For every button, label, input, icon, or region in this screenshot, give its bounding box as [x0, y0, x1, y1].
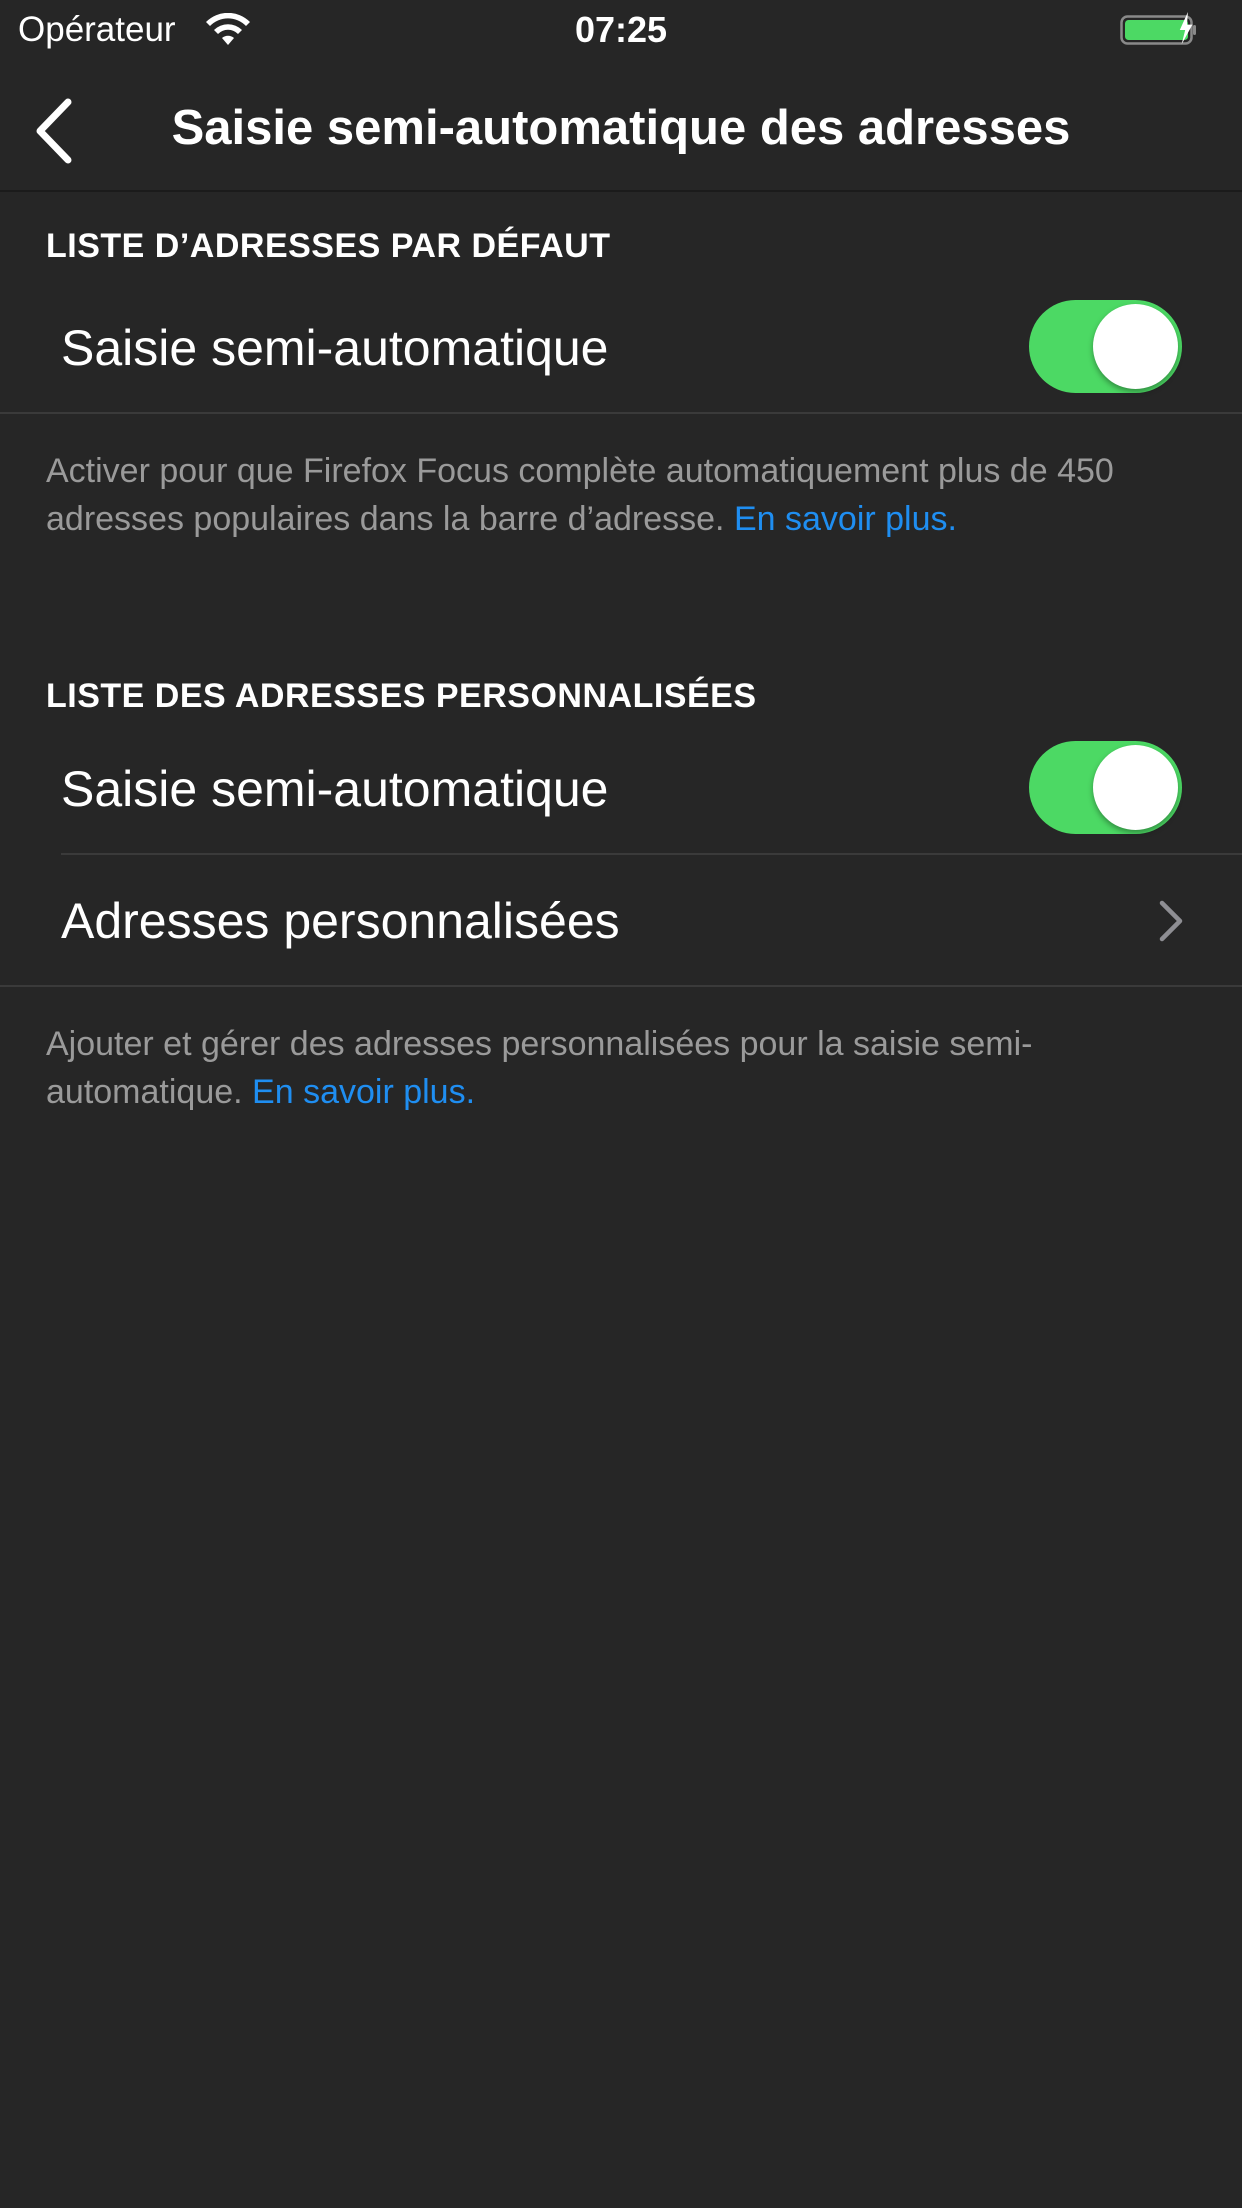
- footer-text: Ajouter et gérer des adresses personnali…: [46, 1025, 1033, 1111]
- row-custom-addresses[interactable]: Adresses personnalisées: [0, 855, 1242, 987]
- custom-autocomplete-toggle[interactable]: [1029, 741, 1182, 834]
- section-footer-custom-list: Ajouter et gérer des adresses personnali…: [46, 1020, 1206, 1116]
- section-footer-default-list: Activer pour que Firefox Focus complète …: [46, 447, 1206, 543]
- row-label-custom-autocomplete: Saisie semi-automatique: [61, 761, 609, 817]
- status-bar: Opérateur 07:25: [0, 0, 1242, 60]
- row-default-autocomplete: Saisie semi-automatique: [0, 282, 1242, 414]
- battery-charging-icon: [1120, 12, 1196, 45]
- section-header-default-list: LISTE D’ADRESSES PAR DÉFAUT: [46, 227, 611, 265]
- divider: [0, 412, 1242, 414]
- row-label-custom-addresses: Adresses personnalisées: [61, 893, 620, 949]
- page-title: Saisie semi-automatique des adresses: [171, 101, 1071, 155]
- row-custom-autocomplete: Saisie semi-automatique: [0, 723, 1242, 855]
- toggle-knob: [1093, 304, 1178, 389]
- status-time: 07:25: [574, 9, 668, 50]
- learn-more-link[interactable]: En savoir plus.: [252, 1073, 475, 1111]
- navigation-bar: Saisie semi-automatique des adresses: [0, 60, 1242, 192]
- divider: [0, 985, 1242, 987]
- default-autocomplete-toggle[interactable]: [1029, 300, 1182, 393]
- toggle-knob: [1093, 745, 1178, 830]
- section-header-custom-list: LISTE DES ADRESSES PERSONNALISÉES: [46, 677, 757, 715]
- chevron-right-icon: [1159, 900, 1183, 942]
- learn-more-link[interactable]: En savoir plus.: [734, 500, 957, 538]
- row-label-default-autocomplete: Saisie semi-automatique: [61, 320, 609, 376]
